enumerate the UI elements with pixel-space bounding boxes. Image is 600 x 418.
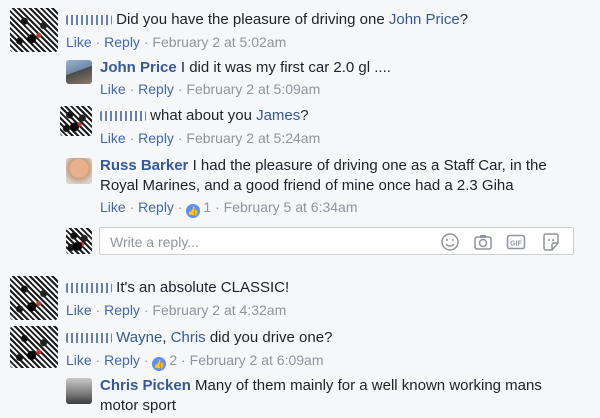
comment-body: It's an absolute CLASSIC! [66, 278, 289, 298]
mention-link[interactable]: Chris [171, 329, 206, 346]
sticker-icon[interactable] [541, 232, 561, 252]
comment-actions: Like · Reply · February 2 at 4:32am [66, 302, 287, 318]
reply-button[interactable]: Reply [104, 302, 140, 318]
reply-body: what about you James? [100, 106, 309, 126]
commenter-avatar-redacted[interactable] [10, 8, 58, 52]
mention-link[interactable]: James [256, 107, 300, 124]
reply-body: John Price I did it was my first car 2.0… [100, 58, 391, 78]
like-button[interactable]: Like [100, 81, 126, 97]
mention-link[interactable]: John Price [389, 11, 460, 28]
thumbs-up-icon: 👍 [152, 357, 167, 371]
reply-body: Russ Barker I had the pleasure of drivin… [100, 156, 547, 176]
comment-text: It's an absolute CLASSIC! [116, 279, 290, 296]
reply-button[interactable]: Reply [138, 130, 174, 146]
current-user-avatar [66, 228, 92, 254]
reply-author[interactable]: John Price [100, 59, 177, 76]
reply-avatar-redacted[interactable] [60, 106, 92, 136]
like-count[interactable]: 👍 2 [152, 352, 177, 371]
like-count[interactable]: 👍 1 [186, 199, 211, 218]
reply-button[interactable]: Reply [104, 352, 140, 368]
timestamp[interactable]: February 5 at 6:34am [224, 199, 358, 215]
reply-button[interactable]: Reply [138, 81, 174, 97]
like-button[interactable]: Like [66, 34, 92, 50]
reply-author[interactable]: Chris Picken [100, 377, 191, 394]
comment-body: Wayne, Chris did you drive one? [66, 328, 332, 348]
gif-icon[interactable]: GIF [506, 232, 526, 252]
reply-text: what about you [150, 107, 252, 124]
timestamp[interactable]: February 2 at 5:02am [152, 34, 286, 50]
like-button[interactable]: Like [100, 199, 126, 215]
comment-text: Did you have the pleasure of driving one [116, 11, 385, 28]
timestamp[interactable]: February 2 at 6:09am [190, 352, 324, 368]
like-button[interactable]: Like [66, 302, 92, 318]
emoji-icon[interactable] [440, 232, 460, 252]
like-button[interactable]: Like [66, 352, 92, 368]
timestamp[interactable]: February 2 at 5:09am [186, 81, 320, 97]
reply-author-redacted[interactable] [100, 111, 146, 122]
comment-actions: Like · Reply · February 2 at 5:02am [66, 34, 287, 50]
reply-avatar-john-price[interactable] [66, 60, 92, 84]
reply-input[interactable] [108, 232, 432, 252]
mention-link[interactable]: Wayne [116, 329, 162, 346]
comment-actions: Like · Reply · 👍 2 · February 2 at 6:09am [66, 352, 324, 371]
commenter-name-redacted[interactable] [66, 333, 112, 344]
reply-body: Chris Picken Many of them mainly for a w… [100, 376, 542, 396]
reply-button[interactable]: Reply [138, 199, 174, 215]
reply-avatar-russ-barker[interactable] [66, 158, 92, 184]
reply-button[interactable]: Reply [104, 34, 140, 50]
comment-body: Did you have the pleasure of driving one… [66, 10, 468, 30]
reply-actions: Like · Reply · February 2 at 5:24am [100, 130, 321, 146]
reply-text: I had the pleasure of driving one as a S… [192, 157, 547, 174]
commenter-name-redacted[interactable] [66, 15, 112, 26]
commenter-avatar-redacted[interactable] [10, 326, 58, 368]
reply-avatar-chris-picken[interactable] [66, 378, 92, 404]
commenter-name-redacted[interactable] [66, 283, 112, 294]
svg-text:GIF: GIF [510, 241, 522, 248]
reply-actions: Like · Reply · February 2 at 5:09am [100, 81, 321, 97]
reply-author[interactable]: Russ Barker [100, 157, 188, 174]
reply-text: I did it was my first car 2.0 gl .... [180, 59, 391, 76]
timestamp[interactable]: February 2 at 5:24am [186, 130, 320, 146]
reply-text-line-2: motor sport [100, 397, 176, 414]
reply-text-line-2: Royal Marines, and a good friend of mine… [100, 177, 514, 194]
reply-composer[interactable]: GIF [99, 227, 574, 255]
commenter-avatar-redacted[interactable] [10, 276, 58, 320]
reply-actions: Like · Reply · 👍 1 · February 5 at 6:34am [100, 199, 358, 218]
comment-text: did you drive one? [209, 329, 333, 346]
like-button[interactable]: Like [100, 130, 126, 146]
thumbs-up-icon: 👍 [186, 204, 201, 218]
reply-text: Many of them mainly for a well known wor… [195, 377, 542, 394]
timestamp[interactable]: February 2 at 4:32am [152, 302, 286, 318]
camera-icon[interactable] [473, 232, 493, 252]
